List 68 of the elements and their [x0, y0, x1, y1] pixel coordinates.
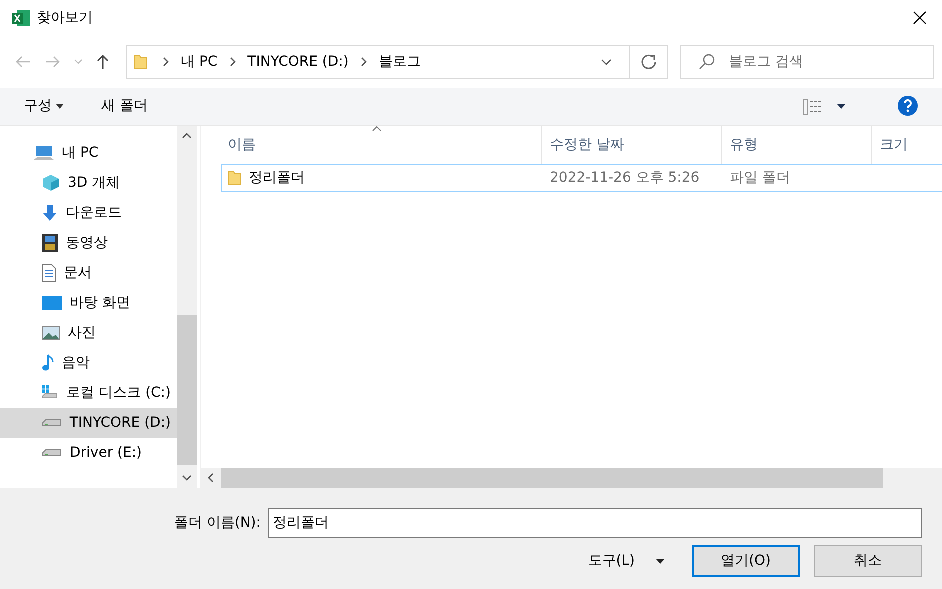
refresh-icon	[640, 54, 656, 70]
sidebar-item[interactable]: 내 PC	[0, 138, 177, 168]
caret-icon	[600, 58, 612, 66]
music-note-icon	[42, 354, 54, 372]
sidebar-item[interactable]: 3D 개체	[0, 168, 177, 198]
file-type: 파일 폴더	[729, 168, 790, 188]
search-placeholder: 블로그 검색	[729, 52, 804, 72]
scroll-left-icon	[208, 473, 214, 483]
breadcrumb-item[interactable]: 블로그	[374, 52, 425, 72]
open-button[interactable]: 열기(O)	[692, 545, 800, 577]
folder-name-field[interactable]: 정리폴더	[268, 508, 922, 538]
sidebar-item[interactable]: Driver (E:)	[0, 438, 177, 468]
drive-icon	[42, 448, 62, 458]
breadcrumb-item[interactable]: TINYCORE (D:)	[244, 52, 353, 72]
scroll-up-icon	[182, 133, 192, 139]
drive-icon	[42, 418, 62, 428]
caret-icon	[56, 104, 64, 109]
sidebar-item[interactable]: 문서	[0, 258, 177, 288]
folder-name-label: 폴더 이름(N):	[174, 514, 261, 532]
document-icon	[42, 264, 56, 282]
folder-icon	[228, 170, 242, 186]
modified-date: 2022-11-26 오후 5:26	[549, 168, 701, 188]
picture-icon	[42, 326, 60, 340]
sort-caret-icon	[372, 126, 382, 132]
close-icon	[913, 11, 927, 25]
sidebar-item[interactable]: 다운로드	[0, 198, 177, 228]
file-row[interactable]: 정리폴더 2022-11-26 오후 5:26 파일 폴더	[221, 164, 942, 192]
chevron-icon	[162, 56, 170, 67]
folder-icon	[134, 54, 148, 70]
column-header[interactable]: 이름	[222, 126, 542, 164]
scrollbar-thumb[interactable]	[177, 315, 197, 465]
column-header[interactable]: 수정한 날짜	[542, 126, 722, 164]
caret-icon	[74, 59, 82, 65]
back-arrow-icon	[15, 56, 31, 68]
window-title: 찾아보기	[37, 8, 93, 28]
cube-icon	[42, 174, 60, 192]
computer-icon	[34, 145, 54, 161]
cancel-button[interactable]: 취소	[814, 545, 922, 577]
sidebar-item[interactable]: 바탕 화면	[0, 288, 177, 318]
scroll-down-icon	[182, 475, 192, 481]
caret-icon	[656, 558, 665, 564]
sidebar-item[interactable]: 음악	[0, 348, 177, 378]
desktop-icon	[42, 296, 62, 310]
breadcrumb-item[interactable]: 내 PC	[177, 52, 222, 72]
search-icon	[699, 54, 715, 70]
column-header[interactable]: 유형	[722, 126, 872, 164]
chevron-icon	[360, 56, 368, 67]
file-name: 정리폴더	[249, 168, 305, 188]
spreadsheet-app-icon	[12, 10, 30, 26]
vertical-scrollbar[interactable]	[177, 126, 197, 488]
tools-dropdown-button[interactable]: 도구(L)	[582, 550, 671, 572]
download-arrow-icon	[42, 204, 58, 222]
forward-arrow-icon	[45, 56, 61, 68]
help-icon	[898, 96, 918, 116]
sidebar-item[interactable]: TINYCORE (D:)	[0, 408, 177, 438]
address-bar[interactable]: 내 PC TINYCORE (D:) 블로그	[126, 45, 668, 79]
chevron-icon	[228, 56, 237, 67]
search-field[interactable]: 블로그 검색	[680, 45, 934, 79]
film-icon	[42, 234, 58, 252]
details-view-icon	[803, 98, 823, 114]
column-header[interactable]: 크기	[872, 126, 942, 164]
new-folder-button[interactable]: 새 폴더	[90, 92, 160, 121]
sidebar-item[interactable]: 로컬 디스크 (C:)	[0, 378, 177, 408]
sidebar-item[interactable]: 동영상	[0, 228, 177, 258]
sidebar-item[interactable]: 사진	[0, 318, 177, 348]
up-arrow-icon	[97, 54, 109, 70]
organize-button[interactable]: 구성	[12, 92, 76, 121]
caret-icon	[837, 104, 846, 109]
